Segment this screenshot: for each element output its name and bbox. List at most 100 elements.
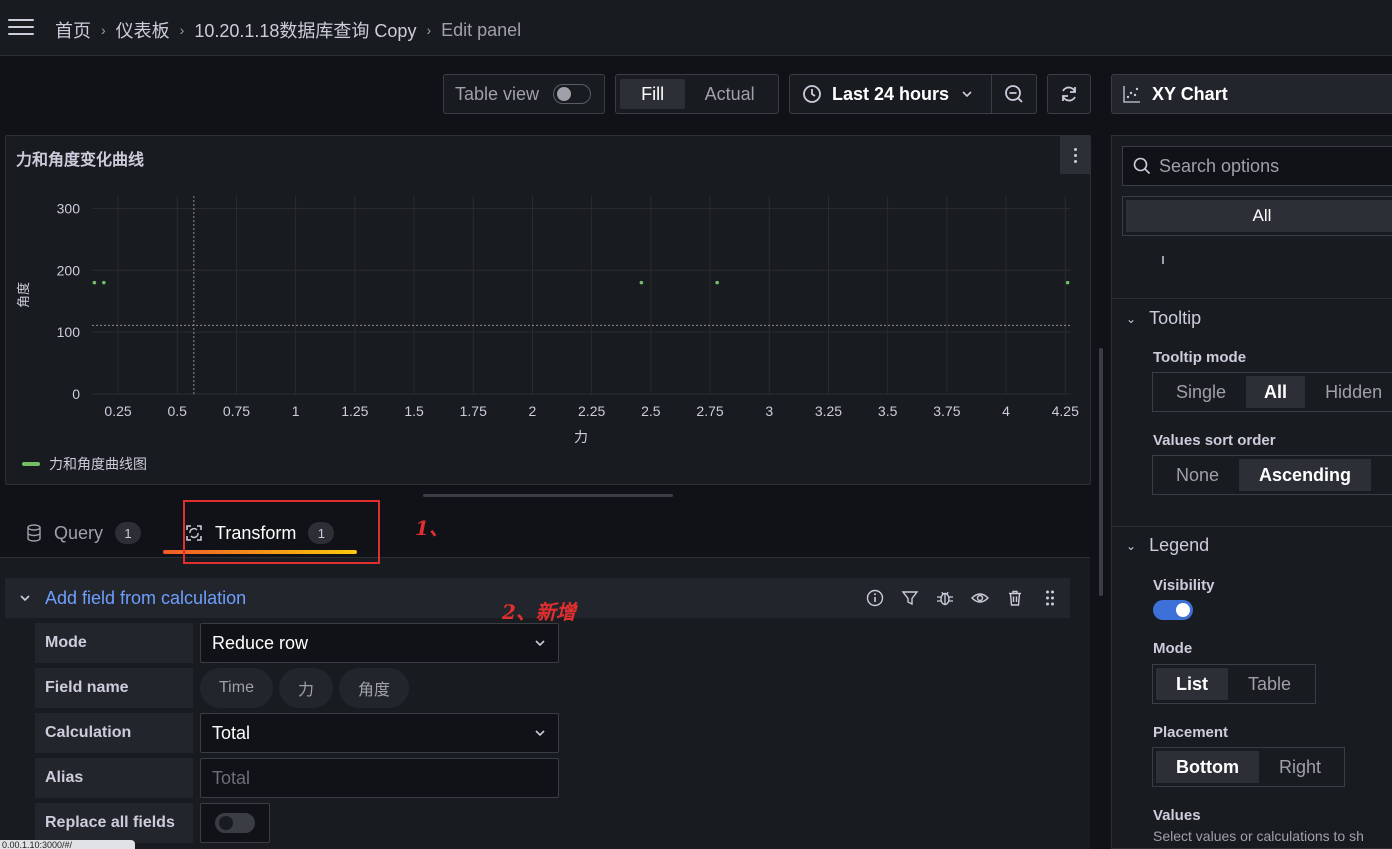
mode-row: Mode Reduce row bbox=[35, 623, 559, 663]
x-tick-label: 3 bbox=[765, 403, 773, 419]
y-tick-label: 100 bbox=[57, 324, 81, 340]
breadcrumb-home[interactable]: 首页 bbox=[55, 17, 91, 43]
filter-icon[interactable] bbox=[900, 588, 920, 608]
transformation-actions bbox=[865, 588, 1060, 608]
tooltip-section-title: Tooltip bbox=[1149, 308, 1202, 328]
x-tick-label: 1.75 bbox=[460, 403, 487, 419]
legend-visibility-toggle[interactable] bbox=[1153, 600, 1193, 620]
scroll-marker bbox=[1162, 256, 1164, 264]
breadcrumb-dashboards[interactable]: 仪表板 bbox=[116, 17, 170, 43]
x-tick-label: 3.25 bbox=[815, 403, 842, 419]
annotation-step-1: 1、 bbox=[415, 516, 449, 540]
data-point bbox=[102, 280, 106, 285]
tooltip-mode-radio: Single All Hidden bbox=[1152, 372, 1392, 412]
viz-name: XY Chart bbox=[1152, 83, 1228, 104]
legend-mode-radio: List Table bbox=[1152, 664, 1316, 704]
field-pill-time[interactable]: Time bbox=[200, 668, 273, 708]
placement-bottom[interactable]: Bottom bbox=[1156, 751, 1259, 783]
tooltip-section-header[interactable]: ⌄ Tooltip bbox=[1126, 308, 1201, 329]
tab-query[interactable]: Query 1 bbox=[26, 522, 142, 544]
x-tick-label: 0.5 bbox=[168, 403, 188, 419]
options-filter-all[interactable]: All bbox=[1122, 196, 1392, 236]
drag-handle-icon[interactable] bbox=[1040, 588, 1060, 608]
chevron-down-icon bbox=[535, 730, 545, 737]
data-point bbox=[715, 280, 719, 285]
time-range-button[interactable]: Last 24 hours bbox=[790, 75, 993, 113]
sort-ascending[interactable]: Ascending bbox=[1239, 459, 1372, 491]
tooltip-mode-all[interactable]: All bbox=[1246, 376, 1306, 408]
x-axis-label: 力 bbox=[574, 429, 588, 445]
toggle-switch[interactable] bbox=[553, 84, 592, 104]
replace-fields-label: Replace all fields bbox=[35, 803, 193, 843]
panel-menu-button[interactable] bbox=[1060, 136, 1090, 174]
alias-row: Alias Total bbox=[35, 758, 559, 798]
alias-input[interactable]: Total bbox=[200, 758, 559, 798]
legend-mode-table[interactable]: Table bbox=[1228, 668, 1311, 700]
refresh-button[interactable] bbox=[1047, 74, 1091, 114]
visibility-label: Visibility bbox=[1153, 577, 1215, 594]
bug-icon[interactable] bbox=[935, 588, 955, 608]
tooltip-mode-hidden[interactable]: Hidden bbox=[1305, 376, 1392, 408]
field-name-row: Field name Time 力 角度 bbox=[35, 668, 415, 708]
zoom-out-button[interactable] bbox=[992, 75, 1036, 113]
calculation-select[interactable]: Total bbox=[200, 713, 559, 753]
fill-option[interactable]: Fill bbox=[620, 79, 686, 109]
x-tick-label: 0.75 bbox=[223, 403, 250, 419]
chart-panel: 0.25 0.5 0.75 1 1.25 1.5 1.75 2 2.25 2.5 2.75 3 3.25… bbox=[5, 135, 1091, 485]
replace-fields-switch[interactable] bbox=[200, 803, 270, 843]
transformation-title[interactable]: Add field from calculation bbox=[45, 588, 246, 609]
toggle-switch[interactable] bbox=[215, 813, 255, 833]
chart-legend[interactable]: 力和角度曲线图 bbox=[22, 454, 147, 474]
field-pill-angle[interactable]: 角度 bbox=[338, 668, 409, 708]
annotation-highlight-box bbox=[183, 500, 380, 564]
x-tick-label: 2.5 bbox=[641, 403, 661, 419]
chevron-down-icon[interactable] bbox=[19, 592, 31, 604]
actual-option[interactable]: Actual bbox=[685, 79, 774, 109]
x-tick-label: 1.25 bbox=[341, 403, 368, 419]
legend-mode-label: Mode bbox=[1153, 640, 1193, 657]
menu-icon[interactable] bbox=[8, 19, 34, 37]
search-icon bbox=[1133, 157, 1151, 175]
table-view-toggle[interactable]: Table view bbox=[443, 74, 605, 114]
values-label: Values bbox=[1153, 807, 1201, 824]
eye-icon[interactable] bbox=[970, 588, 990, 608]
resize-handle[interactable] bbox=[423, 494, 673, 497]
fill-actual-group: Fill Actual bbox=[615, 74, 779, 114]
sort-order-label: Values sort order bbox=[1153, 432, 1276, 449]
info-icon[interactable] bbox=[865, 588, 885, 608]
status-url: 0.00.1.10:3000/#/ bbox=[0, 840, 135, 849]
tooltip-mode-single[interactable]: Single bbox=[1156, 376, 1246, 408]
annotation-step-2: 2、新增 bbox=[502, 600, 576, 624]
sort-none[interactable]: None bbox=[1156, 459, 1239, 491]
breadcrumb-dashboard[interactable]: 10.20.1.18数据库查询 Copy bbox=[194, 17, 416, 43]
chevron-right-icon: › bbox=[426, 22, 432, 38]
sort-order-radio: None Ascending bbox=[1152, 455, 1392, 495]
placement-right[interactable]: Right bbox=[1259, 751, 1341, 783]
placement-radio: Bottom Right bbox=[1152, 747, 1345, 787]
placement-label: Placement bbox=[1153, 724, 1229, 741]
all-option[interactable]: All bbox=[1126, 200, 1392, 232]
legend-label: 力和角度曲线图 bbox=[49, 456, 147, 472]
y-axis-label: 角度 bbox=[16, 282, 31, 308]
x-tick-label: 3.5 bbox=[878, 403, 898, 419]
mode-value: Reduce row bbox=[212, 632, 309, 653]
database-icon bbox=[27, 524, 41, 542]
field-pill-force[interactable]: 力 bbox=[278, 668, 333, 708]
x-tick-label: 0.25 bbox=[104, 403, 131, 419]
table-view-label: Table view bbox=[455, 83, 540, 104]
x-tick-label: 4.25 bbox=[1052, 403, 1079, 419]
chevron-down-icon bbox=[962, 91, 972, 98]
mode-select[interactable]: Reduce row bbox=[200, 623, 559, 663]
section-divider bbox=[1112, 298, 1392, 299]
legend-section-header[interactable]: ⌄ Legend bbox=[1126, 535, 1209, 556]
data-point bbox=[639, 280, 644, 285]
chevron-down-icon bbox=[535, 640, 545, 647]
search-options-input[interactable]: Search options bbox=[1122, 146, 1392, 186]
calculation-label: Calculation bbox=[35, 713, 193, 753]
legend-mode-list[interactable]: List bbox=[1156, 668, 1229, 700]
breadcrumb-edit-panel: Edit panel bbox=[441, 19, 522, 40]
visualization-picker[interactable]: XY Chart bbox=[1111, 74, 1392, 114]
breadcrumb: 首页 › 仪表板 › 10.20.1.18数据库查询 Copy › Edit p… bbox=[55, 17, 521, 43]
trash-icon[interactable] bbox=[1005, 588, 1025, 608]
scrollbar[interactable] bbox=[1099, 348, 1103, 596]
